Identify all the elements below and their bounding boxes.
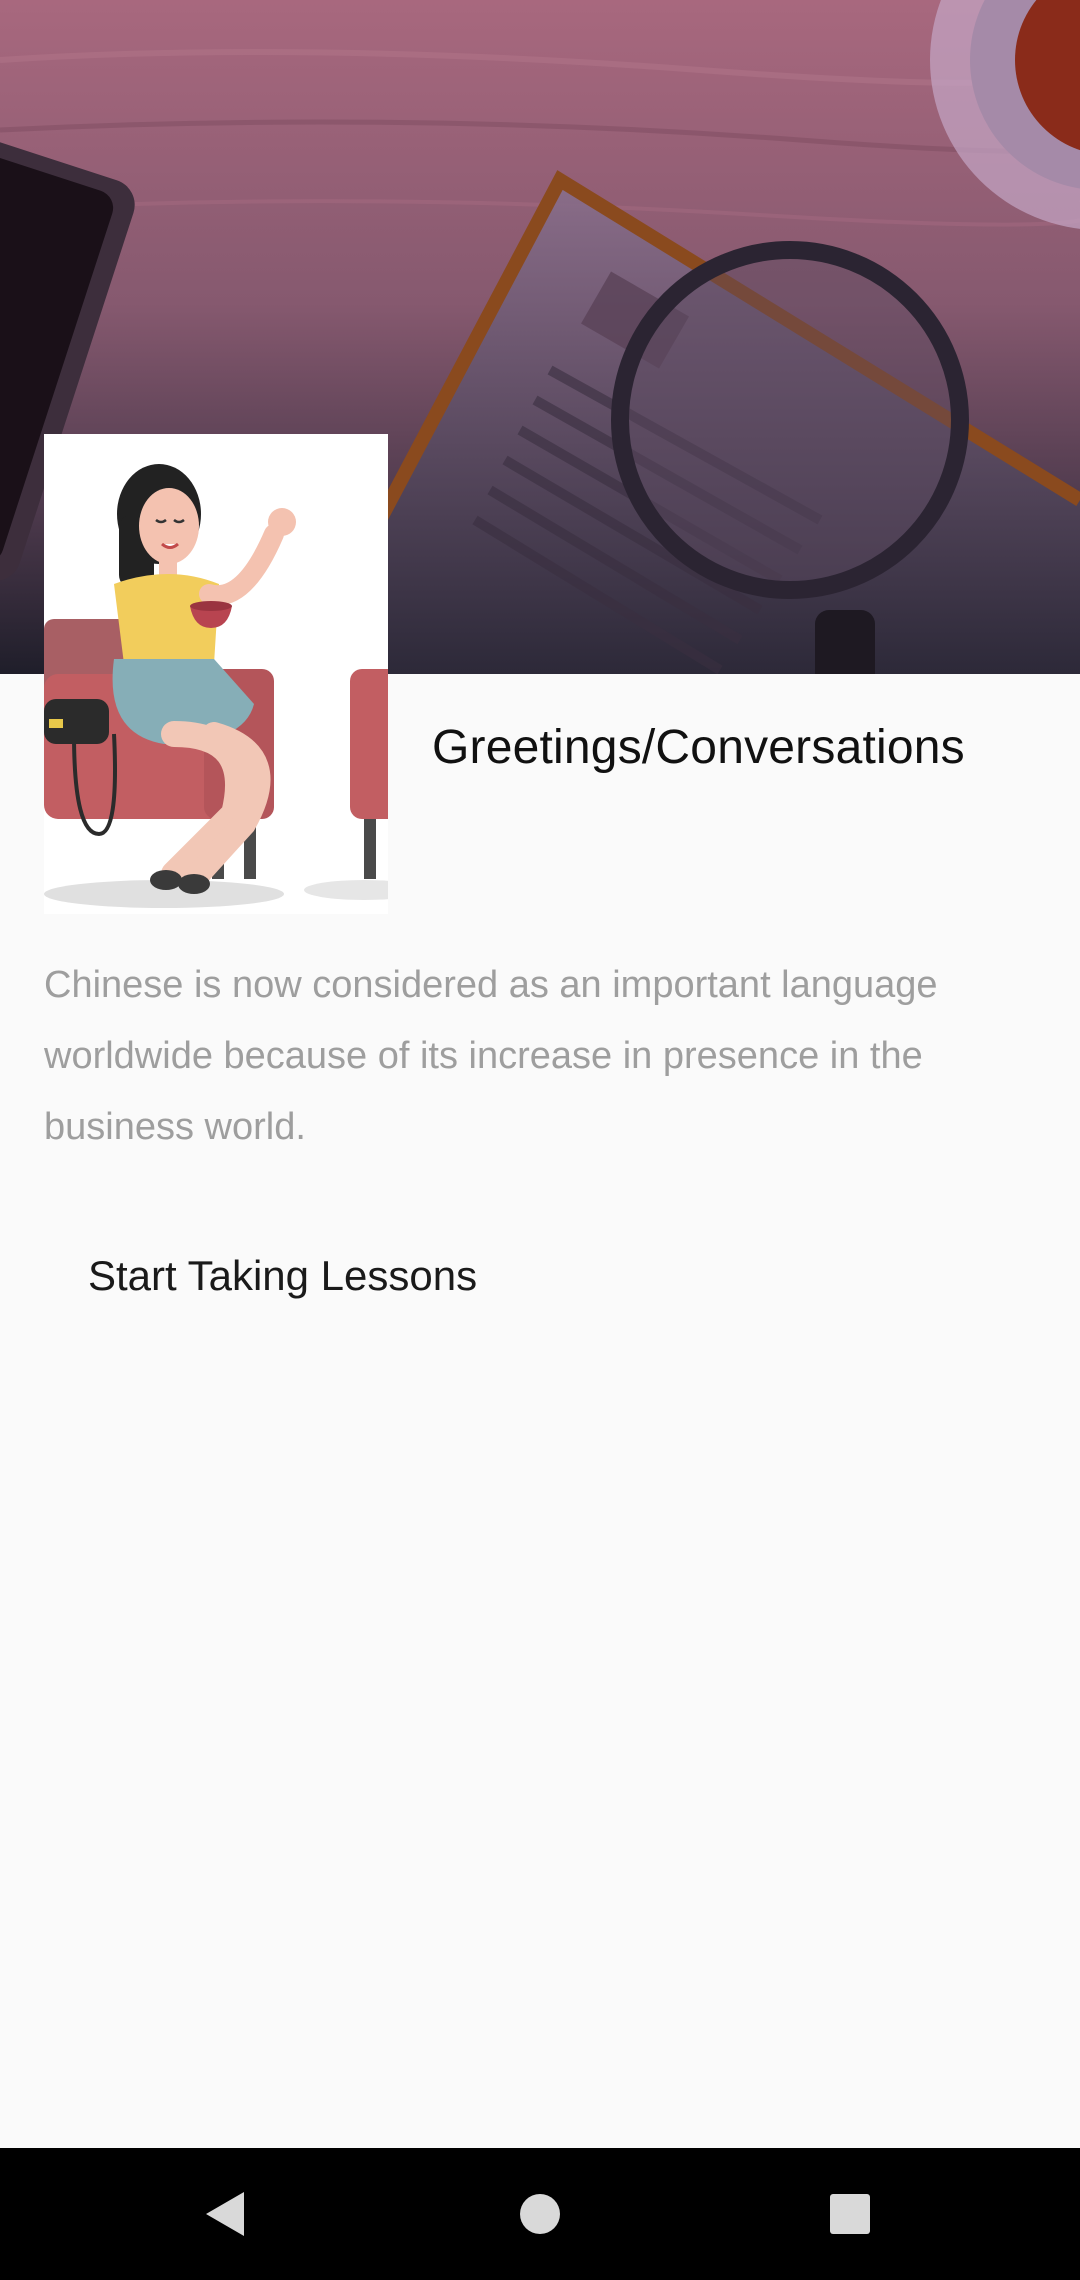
system-navigation-bar xyxy=(0,2148,1080,2280)
recents-button[interactable] xyxy=(810,2178,890,2250)
home-circle-icon xyxy=(520,2194,560,2234)
home-button[interactable] xyxy=(500,2178,580,2250)
start-lessons-button[interactable]: Start Taking Lessons xyxy=(58,1238,507,1314)
back-triangle-icon xyxy=(206,2192,244,2236)
lesson-title: Greetings/Conversations xyxy=(432,721,965,774)
lesson-thumbnail-image xyxy=(44,434,388,914)
recents-square-icon xyxy=(830,2194,870,2234)
lesson-description: Chinese is now considered as an importan… xyxy=(44,964,938,1148)
back-button[interactable] xyxy=(186,2178,266,2250)
